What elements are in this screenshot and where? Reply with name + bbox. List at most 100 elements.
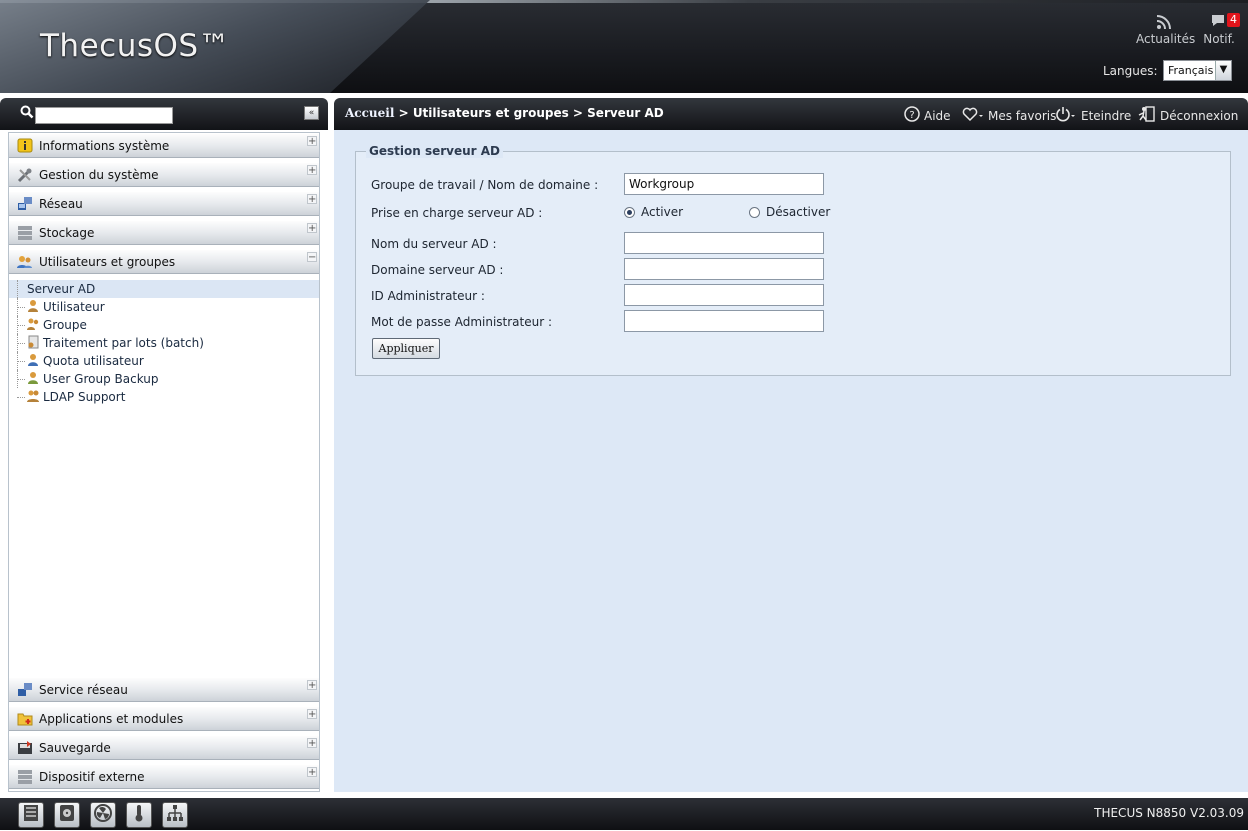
sidebar-section-info[interactable]: Informations système + [9,133,319,158]
tree-line [17,397,25,398]
fieldset-legend: Gestion serveur AD [366,144,503,158]
svg-text:?: ? [909,110,914,121]
sidebar-section-label: Service réseau [39,682,128,697]
sidebar-section-network-service[interactable]: Service réseau + [9,677,319,702]
users-icon [15,254,35,270]
expand-icon[interactable]: + [307,680,317,691]
notification-label: Notif. [1203,32,1235,46]
sidebar-section-label: Stockage [39,225,95,240]
content-toolbar: Accueil > Utilisateurs et groupes > Serv… [334,98,1248,130]
language-label: Langues: [1103,64,1158,78]
backup-icon [15,740,35,756]
workgroup-input[interactable]: Workgroup [624,173,824,195]
batch-icon [25,335,41,351]
ad-server-fieldset: Gestion serveur AD Groupe de travail / N… [355,144,1231,376]
firmware-version: THECUS N8850 V2.03.09 [1094,806,1244,820]
tree-item-label: Serveur AD [27,282,96,296]
sidebar-search-bar: « [0,98,328,130]
logout-icon [1138,106,1156,125]
sidebar-section-label: Applications et modules [39,711,184,726]
tree-line [17,343,25,344]
sidebar-section-label: Informations système [39,138,170,153]
tree-line [17,325,25,326]
admin-id-label: ID Administrateur : [371,289,485,303]
tree-item-user-group-backup[interactable]: User Group Backup [9,370,319,388]
users-tree: Serveur AD Utilisateur Groupe Traitement… [9,280,319,406]
external-device-icon [15,769,35,785]
notification-button[interactable]: 4 Notif. [1200,13,1240,46]
news-button[interactable]: Actualités [1136,14,1196,46]
expand-icon[interactable]: + [307,709,317,720]
disk-status-icon[interactable] [54,802,80,828]
fan-status-icon[interactable] [90,802,116,828]
sidebar-section-network[interactable]: Réseau + [9,191,319,216]
thermometer-icon[interactable] [126,802,152,828]
sidebar-section-label: Utilisateurs et groupes [39,254,176,269]
sidebar-section-storage[interactable]: Stockage + [9,220,319,245]
tree-item-group[interactable]: Groupe [9,316,319,334]
ldap-icon [25,389,41,405]
admin-id-input[interactable] [624,284,824,306]
heart-icon [962,106,984,125]
server-name-label: Nom du serveur AD : [371,237,497,251]
sidebar-section-apps[interactable]: Applications et modules + [9,706,319,731]
network-status-icon[interactable] [162,802,188,828]
shutdown-label: Eteindre [1081,108,1132,123]
sidebar-section-system[interactable]: Gestion du système + [9,162,319,187]
shutdown-button[interactable]: Eteindre [1055,106,1131,125]
ad-support-label: Prise en charge serveur AD : [371,206,543,220]
expand-icon[interactable]: + [307,136,317,147]
expand-icon[interactable]: + [307,165,317,176]
server-name-input[interactable] [624,232,824,254]
expand-icon[interactable]: + [307,223,317,234]
disable-radio[interactable]: Désactiver [749,205,830,219]
tree-item-quota[interactable]: Quota utilisateur [9,352,319,370]
server-status-icon[interactable] [18,802,44,828]
expand-icon[interactable]: + [307,194,317,205]
tree-item-label: LDAP Support [43,390,126,404]
expand-icon[interactable]: + [307,738,317,749]
app-header: ThecusOS™ Actualités 4 Notif. Langues: F… [0,0,1248,93]
news-label: Actualités [1136,32,1196,46]
status-footer: THECUS N8850 V2.03.09 [0,798,1248,830]
collapse-sidebar-button[interactable]: « [304,106,319,120]
language-select[interactable]: Français ▼ [1163,60,1232,81]
domain-label: Domaine serveur AD : [371,263,504,277]
logout-button[interactable]: Déconnexion [1138,106,1238,125]
sidebar-section-label: Dispositif externe [39,769,145,784]
admin-password-label: Mot de passe Administrateur : [371,315,553,329]
sidebar-section-label: Réseau [39,196,83,211]
favorites-button[interactable]: Mes favoris [962,106,1056,125]
favorites-label: Mes favoris [988,108,1057,123]
logout-label: Déconnexion [1160,108,1239,123]
tree-item-ad-server[interactable]: Serveur AD [9,280,319,298]
domain-input[interactable] [624,258,824,280]
sidebar-section-external[interactable]: Dispositif externe + [9,764,319,789]
sidebar-section-label: Gestion du système [39,167,159,182]
expand-icon[interactable]: + [307,767,317,778]
radio-checked-icon [624,206,635,218]
tree-item-ldap[interactable]: LDAP Support [9,388,319,406]
sidebar-section-users[interactable]: Utilisateurs et groupes − [9,249,319,274]
help-label: Aide [924,108,951,123]
search-input[interactable] [35,107,173,124]
apply-button[interactable]: Appliquer [372,338,440,359]
sidebar-section-backup[interactable]: Sauvegarde + [9,735,319,760]
language-value: Français [1168,64,1214,77]
workgroup-label: Groupe de travail / Nom de domaine : [371,178,599,192]
enable-radio[interactable]: Activer [624,205,683,219]
tree-item-user[interactable]: Utilisateur [9,298,319,316]
tree-line [17,307,25,308]
chevron-down-icon[interactable]: ▼ [1215,61,1231,80]
help-button[interactable]: ? Aide [904,106,951,125]
breadcrumb-path: > Utilisateurs et groupes > Serveur AD [394,106,664,120]
admin-password-input[interactable] [624,310,824,332]
storage-icon [15,225,35,241]
quota-icon [25,353,41,369]
tree-item-batch[interactable]: Traitement par lots (batch) [9,334,319,352]
breadcrumb-home-link[interactable]: Accueil [345,106,394,120]
user-icon [25,299,41,315]
tree-line [17,280,18,298]
collapse-icon[interactable]: − [307,252,317,263]
enable-label: Activer [641,205,684,219]
